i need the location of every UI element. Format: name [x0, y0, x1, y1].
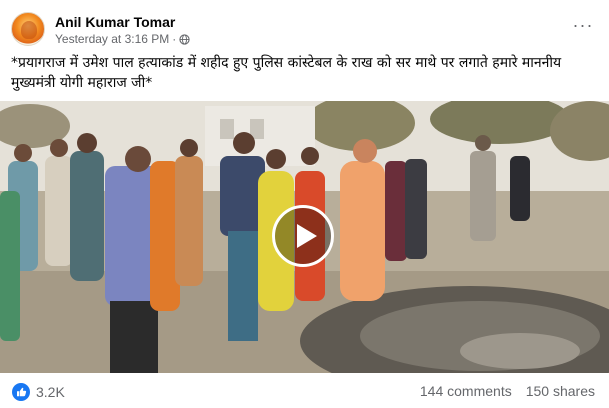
like-icon — [12, 383, 30, 401]
comments-count[interactable]: 144 comments — [420, 383, 512, 399]
post-header: Anil Kumar Tomar Yesterday at 3:16 PM · … — [10, 10, 600, 48]
more-options-icon[interactable]: ··· — [572, 16, 594, 40]
reaction-count: 3.2K — [36, 384, 65, 400]
play-icon[interactable] — [272, 205, 334, 267]
author-name[interactable]: Anil Kumar Tomar — [55, 14, 175, 30]
author-avatar[interactable] — [11, 12, 45, 46]
post-timestamp[interactable]: Yesterday at 3:16 PM — [55, 32, 169, 46]
post-stats: 144 comments 150 shares — [420, 383, 595, 399]
video-player[interactable] — [0, 101, 609, 373]
shares-count[interactable]: 150 shares — [526, 383, 595, 399]
facebook-post: Anil Kumar Tomar Yesterday at 3:16 PM · … — [0, 0, 609, 408]
globe-icon[interactable] — [179, 33, 190, 45]
post-caption: *प्रयागराज में उमेश पाल हत्याकांड में शह… — [11, 55, 562, 91]
meta-separator: · — [172, 32, 177, 46]
reactions-summary[interactable]: 3.2K — [12, 383, 65, 401]
post-meta: Yesterday at 3:16 PM · — [55, 32, 190, 46]
post-footer: 3.2K 144 comments 150 shares — [0, 373, 609, 408]
